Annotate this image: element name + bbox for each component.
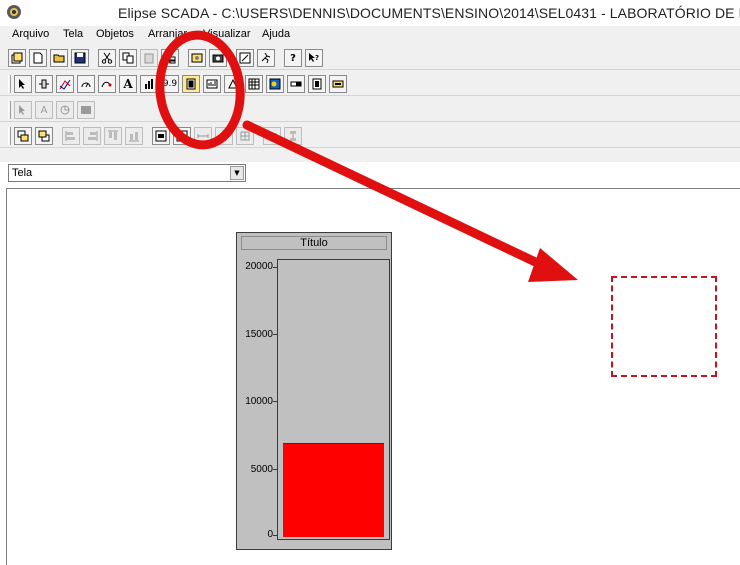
new-application-icon[interactable] (8, 49, 26, 67)
help-icon[interactable]: ? (284, 49, 302, 67)
text-tool-icon[interactable]: A (119, 75, 137, 93)
toolbar-divider (0, 147, 740, 148)
menu-ajuda[interactable]: Ajuda (262, 28, 290, 40)
align-right-icon[interactable] (83, 127, 101, 145)
selection-arrow-icon[interactable] (14, 75, 32, 93)
toolbar-standard: ? ? (8, 47, 326, 69)
same-height-icon[interactable] (215, 127, 233, 145)
window-title: Elipse SCADA - C:\USERS\DENNIS\DOCUMENTS… (118, 5, 740, 21)
bargraph-fill (283, 443, 384, 537)
svg-text:?: ? (315, 54, 319, 62)
toolbar-drawing: A (8, 99, 98, 121)
tick-label: 10000 (245, 396, 273, 407)
screen-select-value: Tela (12, 167, 33, 179)
rectangle-disabled-icon[interactable] (77, 101, 95, 119)
color-picture-icon[interactable] (266, 75, 284, 93)
grid-tool-icon[interactable] (245, 75, 263, 93)
same-width-icon[interactable] (194, 127, 212, 145)
trend-chart-icon[interactable] (56, 75, 74, 93)
title-bar: Elipse SCADA - C:\USERS\DENNIS\DOCUMENTS… (0, 0, 740, 26)
same-size-icon[interactable] (236, 127, 254, 145)
menu-objetos[interactable]: Objetos (96, 28, 134, 40)
organizer-icon[interactable] (161, 49, 179, 67)
bargraph-object-icon[interactable] (182, 75, 200, 93)
text-disabled-icon[interactable]: A (35, 101, 53, 119)
animation-tool-icon[interactable] (98, 75, 116, 93)
screen-select[interactable]: Tela ▼ (8, 164, 246, 182)
menu-tela[interactable]: Tela (63, 28, 83, 40)
bargraph-frame (277, 259, 390, 540)
bring-to-front-icon[interactable] (14, 127, 32, 145)
toolbar-divider (0, 95, 740, 96)
align-left-icon[interactable] (62, 127, 80, 145)
new-file-icon[interactable] (29, 49, 47, 67)
tick-label: 5000 (250, 464, 273, 475)
paste-icon[interactable] (140, 49, 158, 67)
display-tool-icon[interactable]: 9.9 (161, 75, 179, 93)
toolbar-divider (0, 121, 740, 122)
center-horizontal-icon[interactable] (152, 127, 170, 145)
alarm-tool-icon[interactable] (224, 75, 242, 93)
run-icon[interactable] (257, 49, 275, 67)
bar-graph-tool-icon[interactable] (140, 75, 158, 93)
toolbar-divider (0, 69, 740, 70)
properties-icon[interactable] (236, 49, 254, 67)
space-vertical-icon[interactable] (284, 127, 302, 145)
rotate-disabled-icon[interactable] (56, 101, 74, 119)
menu-arranjar[interactable]: Arranjar (148, 28, 187, 40)
table-display-icon[interactable] (203, 75, 221, 93)
menu-bar: Arquivo Tela Objetos Arranjar Visualizar… (0, 26, 740, 44)
align-bottom-icon[interactable] (125, 127, 143, 145)
camera-icon[interactable] (209, 49, 227, 67)
gauge-tool-icon[interactable] (77, 75, 95, 93)
app-icon (7, 5, 21, 19)
tick-label: 20000 (245, 261, 273, 272)
send-to-back-icon[interactable] (35, 127, 53, 145)
align-top-icon[interactable] (104, 127, 122, 145)
center-vertical-icon[interactable] (173, 127, 191, 145)
open-folder-icon[interactable] (50, 49, 68, 67)
toolbar-arrange (8, 125, 305, 147)
dashed-placeholder-box[interactable] (611, 276, 717, 377)
copy-icon[interactable] (119, 49, 137, 67)
context-help-icon[interactable]: ? (305, 49, 323, 67)
cut-icon[interactable] (98, 49, 116, 67)
menu-arquivo[interactable]: Arquivo (12, 28, 49, 40)
space-horizontal-icon[interactable] (263, 127, 281, 145)
setpoint-tool-icon[interactable] (308, 75, 326, 93)
tick-label: 15000 (245, 329, 273, 340)
toggle-tool-icon[interactable] (287, 75, 305, 93)
selection-arrow-disabled-icon[interactable] (14, 101, 32, 119)
toolbar-area: ? ? A 9.9 A (0, 44, 740, 162)
bargraph-object[interactable]: Título 20000 15000 10000 5000 0 (236, 232, 392, 550)
bitmap-icon[interactable] (188, 49, 206, 67)
slider-tool-icon[interactable] (35, 75, 53, 93)
toolbar-objects: A 9.9 (8, 73, 350, 95)
bargraph-title: Título (241, 236, 387, 250)
chevron-down-icon[interactable]: ▼ (230, 166, 244, 180)
menu-visualizar[interactable]: Visualizar (203, 28, 251, 40)
button-tool-icon[interactable] (329, 75, 347, 93)
save-icon[interactable] (71, 49, 89, 67)
